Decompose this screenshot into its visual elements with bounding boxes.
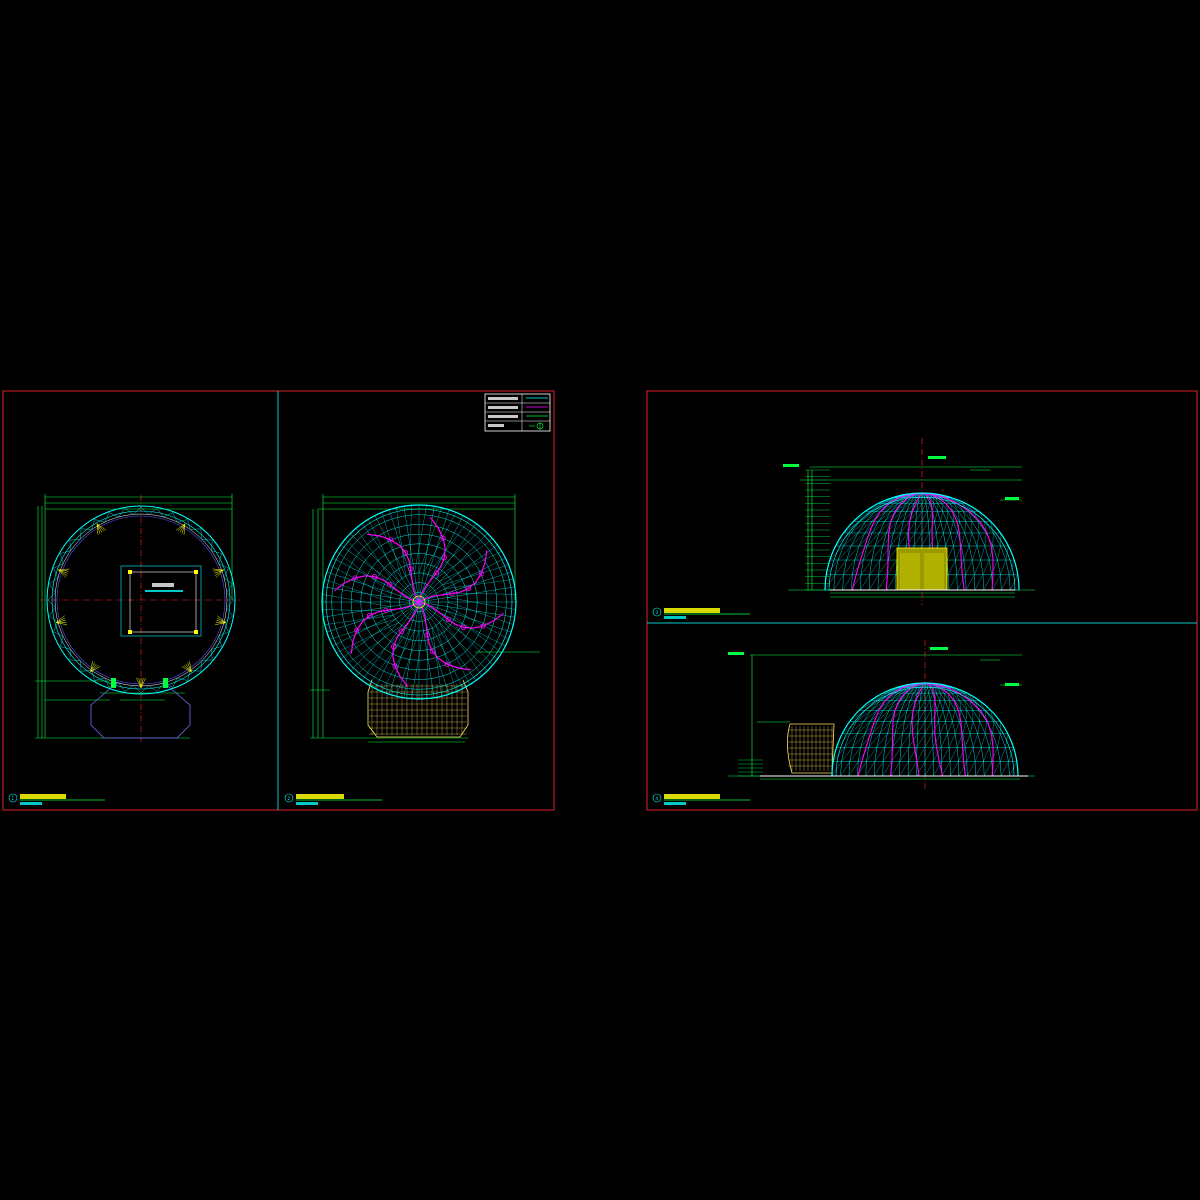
legend-table	[484, 393, 551, 432]
left-sheet: 1 2	[2, 390, 555, 811]
side-elev-title: 4	[652, 793, 750, 805]
right-sheet: 3 4	[646, 390, 1198, 811]
plan-index: 1	[12, 796, 15, 801]
front-index: 3	[656, 610, 659, 615]
plan-center-room-outer	[120, 565, 202, 637]
side-elev-level-ticks	[738, 759, 763, 777]
view-front-elevation: 3	[652, 438, 1035, 619]
plan-dimensions	[35, 494, 233, 739]
plan-door-right	[163, 678, 168, 688]
plan-title: 1	[8, 793, 105, 805]
roof-title: 2	[284, 793, 382, 805]
view-roof-plan: 2	[284, 494, 540, 805]
roof-dome-lattice	[321, 504, 517, 700]
side-annex-hatch	[787, 723, 835, 774]
side-index: 4	[656, 796, 659, 801]
view-side-elevation: 4	[652, 640, 1035, 805]
plan-axes	[40, 495, 240, 742]
plan-door-left	[111, 678, 116, 688]
plan-vestibule	[90, 681, 191, 739]
front-elev-title: 3	[652, 607, 750, 619]
plan-center-room	[129, 571, 197, 633]
roof-index: 2	[288, 796, 291, 801]
side-elev-dimensions	[728, 654, 1035, 780]
view-plan: 1	[8, 494, 240, 805]
side-dome-lattice	[831, 682, 1019, 777]
cad-drawing-canvas: 1 2 3 4	[2, 390, 1198, 811]
